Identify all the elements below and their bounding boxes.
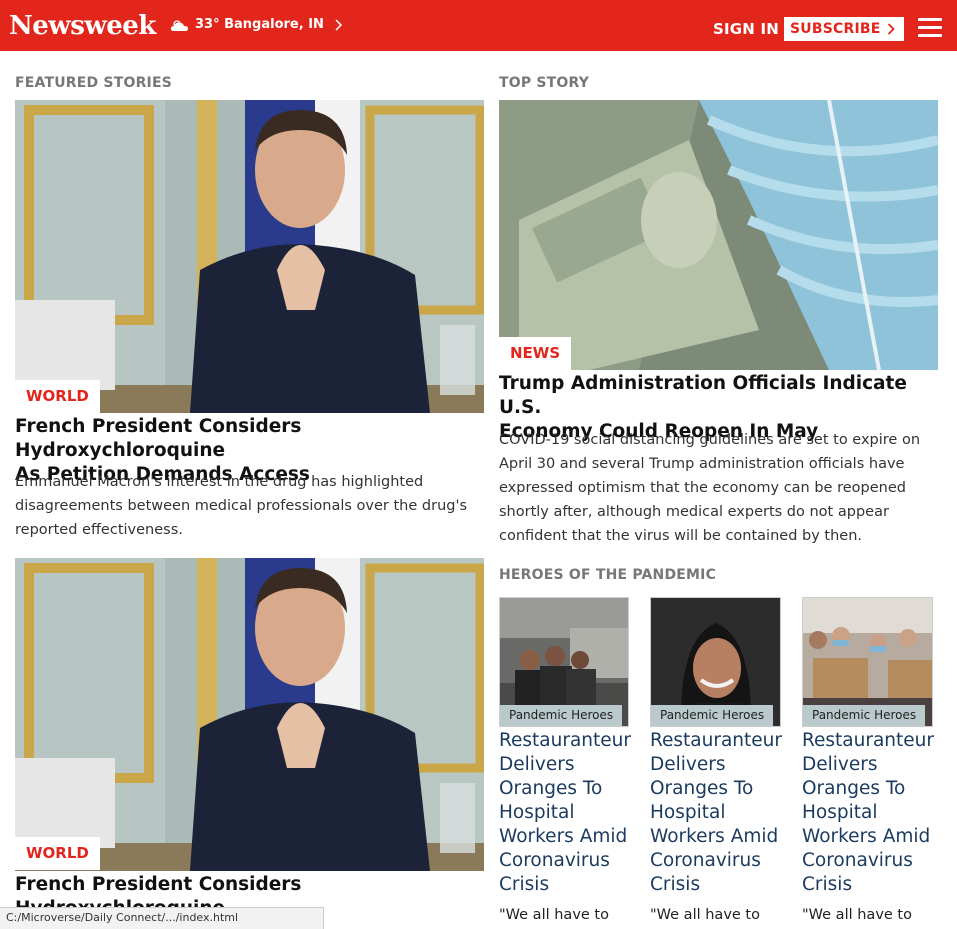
heroes-of-the-pandemic-label: HEROES OF THE PANDEMIC — [499, 567, 717, 583]
money-and-mask-photo — [499, 100, 938, 370]
weather-widget[interactable]: 33° Bangalore, IN — [170, 17, 343, 32]
weather-text: 33° Bangalore, IN — [195, 17, 324, 32]
hero-tag[interactable]: Pandemic Heroes — [500, 705, 623, 726]
hero-tag[interactable]: Pandemic Heroes — [803, 705, 926, 726]
category-badge[interactable]: WORLD — [15, 380, 100, 413]
featured-story-1-summary: Emmanuel Macron's interest in the drug h… — [15, 474, 467, 538]
hero-card-2-title[interactable]: Restauranteur Delivers Oranges To Hospital W… — [650, 729, 785, 897]
featured-story-2-image[interactable]: WORLD — [15, 558, 484, 871]
hero-card-1-image[interactable]: Pandemic Heroes — [499, 597, 629, 727]
subscribe-button[interactable]: SUBSCRIBE — [784, 17, 904, 41]
top-story-summary: COVID-19 social distancing guidelines ar… — [499, 432, 921, 544]
sign-in-link[interactable]: SIGN IN — [713, 20, 779, 38]
newsweek-logo[interactable]: Newsweek — [9, 11, 156, 41]
top-story-label: TOP STORY — [499, 75, 590, 91]
hero-tag[interactable]: Pandemic Heroes — [651, 705, 774, 726]
top-story-image[interactable]: NEWS — [499, 100, 938, 370]
featured-stories-label: FEATURED STORIES — [15, 75, 173, 91]
macron-photo — [15, 100, 484, 413]
category-badge[interactable]: NEWS — [499, 337, 572, 370]
category-badge[interactable]: WORLD — [15, 837, 100, 870]
subscribe-label: SUBSCRIBE — [790, 21, 881, 37]
hero-card-2-image[interactable]: Pandemic Heroes — [650, 597, 781, 727]
hero-card-1-title[interactable]: Restauranteur Delivers Oranges To Hospital W… — [499, 729, 634, 897]
hero-card-3-image[interactable]: Pandemic Heroes — [802, 597, 933, 727]
chevron-right-icon — [887, 23, 895, 35]
hero-card-1-quote: "We all have to — [499, 907, 609, 923]
chevron-right-icon — [335, 18, 342, 31]
hero-card-3-title[interactable]: Restauranteur Delivers Oranges To Hospital W… — [802, 729, 937, 897]
cloudy-weather-icon — [171, 19, 188, 31]
hero-card-3-quote: "We all have to — [802, 907, 912, 923]
hamburger-menu-icon[interactable] — [918, 18, 942, 38]
site-header: Newsweek 33° Bangalore, IN SIGN IN SUBSC… — [0, 0, 957, 51]
hero-card-2-quote: "We all have to — [650, 907, 760, 923]
browser-status-bar: C:/Microverse/Daily Connect/.../index.ht… — [0, 907, 324, 929]
macron-photo — [15, 558, 484, 871]
featured-story-1-image[interactable]: WORLD — [15, 100, 484, 413]
